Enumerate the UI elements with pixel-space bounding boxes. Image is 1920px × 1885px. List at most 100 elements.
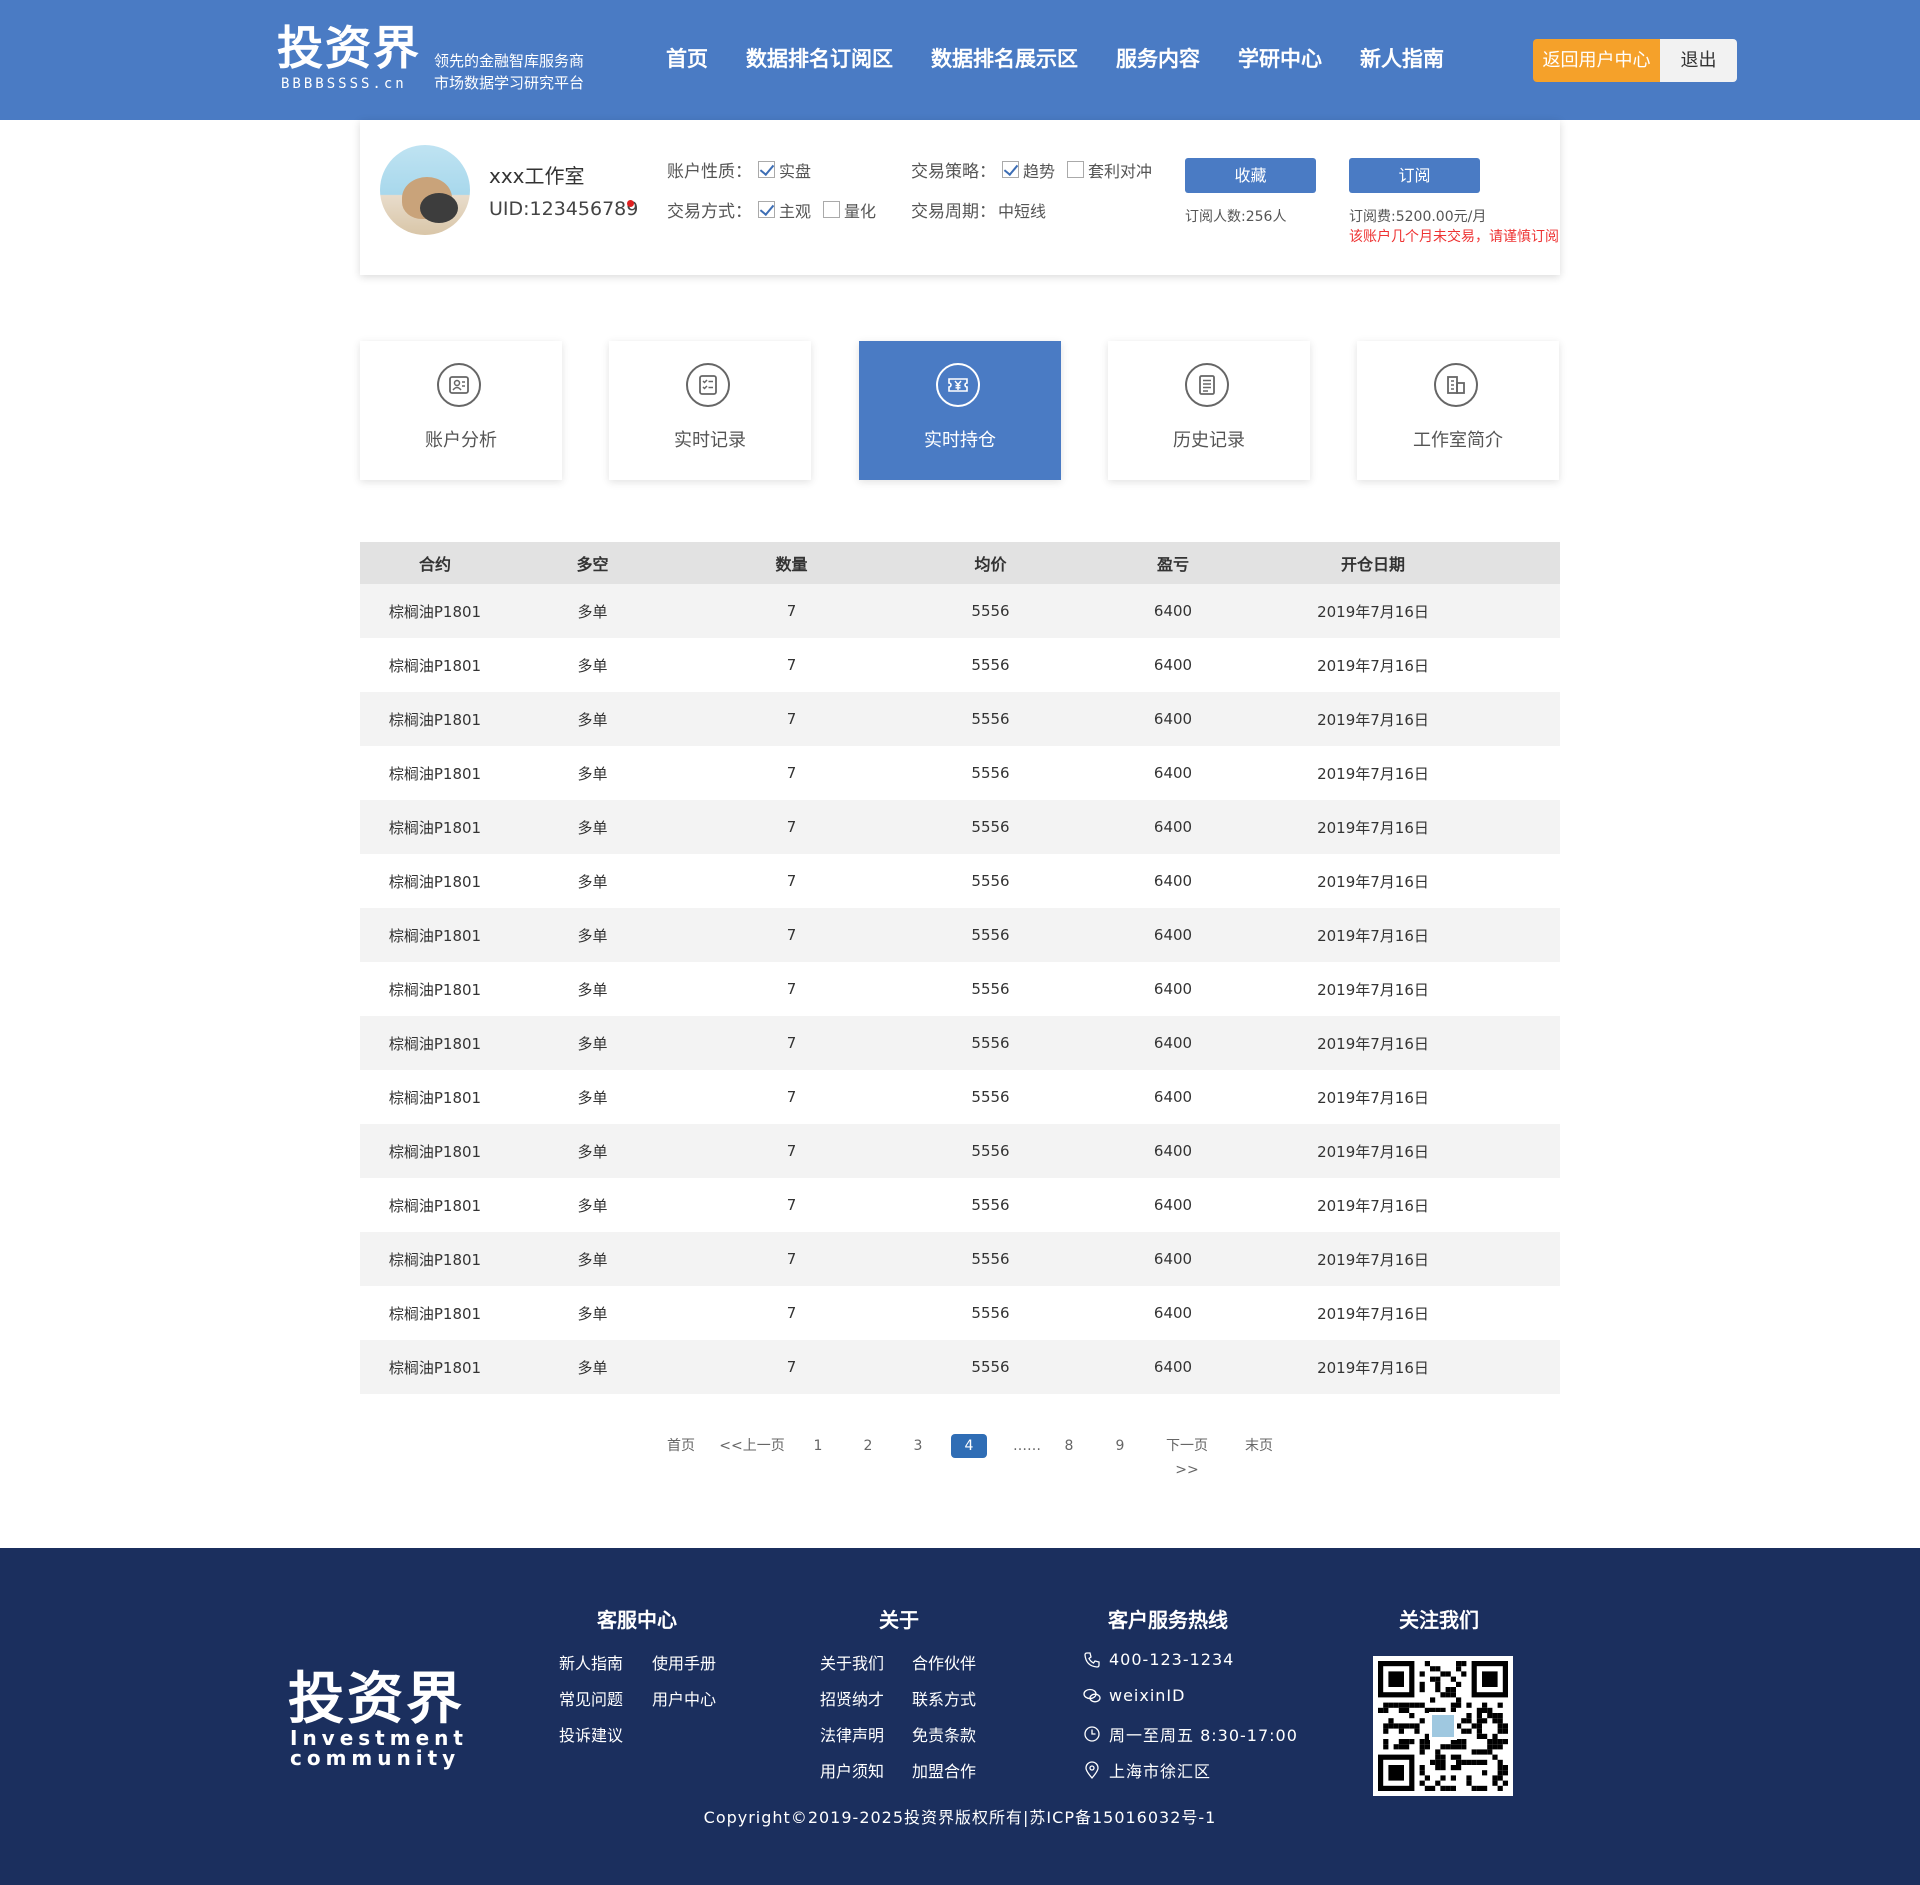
- table-row: 棕榈油P1801 多单 7 5556 6400 2019年7月16日: [360, 854, 1560, 908]
- cell-open-date: 2019年7月16日: [1317, 1196, 1429, 1215]
- col-header-direction: 多空: [576, 555, 609, 574]
- account-type-label: 账户性质：: [667, 162, 752, 182]
- cell-quantity: 7: [786, 1304, 797, 1322]
- studio-name: xxx工作室: [489, 164, 585, 188]
- site-logo[interactable]: 投资界: [277, 22, 421, 74]
- favorite-button[interactable]: 收藏: [1185, 158, 1316, 193]
- status-dot: [627, 200, 634, 207]
- pagination-first[interactable]: 首页: [665, 1434, 697, 1458]
- footer-wechat-text: weixinID: [1109, 1686, 1186, 1705]
- id-card-icon: [437, 363, 481, 407]
- pagination-last[interactable]: 末页: [1243, 1434, 1275, 1458]
- col-header-pnl: 盈亏: [1156, 555, 1189, 574]
- cell-avg-price: 5556: [971, 1034, 1010, 1052]
- cell-quantity: 7: [786, 602, 797, 620]
- footer-link-user-center[interactable]: 用户中心: [652, 1686, 716, 1710]
- account-type-checkbox-live[interactable]: [758, 161, 775, 178]
- cell-contract: 棕榈油P1801: [388, 764, 482, 783]
- cell-pnl: 6400: [1153, 1088, 1193, 1106]
- pagination-page-current[interactable]: 4: [951, 1434, 987, 1458]
- strategy-option-arbitrage: 套利对冲: [1088, 161, 1153, 181]
- cell-open-date: 2019年7月16日: [1317, 818, 1429, 837]
- footer-link-complaint[interactable]: 投诉建议: [559, 1722, 623, 1746]
- footer-link-disclaimer[interactable]: 免责条款: [912, 1722, 976, 1746]
- logout-button[interactable]: 退出: [1660, 39, 1737, 82]
- col-header-open-date: 开仓日期: [1340, 555, 1405, 574]
- footer-logo: 投资界: [288, 1667, 465, 1732]
- trade-mode-checkbox-quant[interactable]: [823, 201, 841, 218]
- tab-realtime-records[interactable]: 实时记录: [609, 341, 811, 480]
- cell-direction: 多单: [577, 602, 608, 621]
- strategy-checkbox-arbitrage[interactable]: [1067, 161, 1085, 178]
- cell-pnl: 6400: [1153, 872, 1193, 890]
- footer-link-about-us[interactable]: 关于我们: [820, 1650, 884, 1674]
- cell-direction: 多单: [577, 926, 608, 945]
- strategy-checkbox-trend[interactable]: [1002, 161, 1019, 178]
- cell-pnl: 6400: [1153, 764, 1193, 782]
- footer-wechat: weixinID: [1083, 1686, 1185, 1705]
- nav-home[interactable]: 首页: [666, 44, 708, 74]
- trade-mode-field: 交易方式： 主观 量化: [667, 197, 882, 222]
- tab-history-records[interactable]: 历史记录: [1108, 341, 1310, 480]
- cell-direction: 多单: [577, 818, 608, 837]
- footer-link-manual[interactable]: 使用手册: [652, 1650, 716, 1674]
- account-type-option-live: 实盘: [779, 161, 812, 181]
- strategy-label: 交易策略：: [911, 162, 996, 182]
- footer-link-faq[interactable]: 常见问题: [559, 1686, 623, 1710]
- document-icon: [1185, 363, 1229, 407]
- col-header-avg-price: 均价: [974, 555, 1007, 574]
- tab-realtime-positions[interactable]: 实时持仓: [859, 341, 1061, 480]
- footer-copyright: Copyright©2019-2025投资界版权所有|苏ICP备15016032…: [703, 1808, 1217, 1827]
- cell-open-date: 2019年7月16日: [1317, 1304, 1429, 1323]
- positions-table: 合约 多空 数量 均价 盈亏 开仓日期 棕榈油P1801 多单 7 5556 6400 2…: [360, 542, 1560, 1394]
- table-row: 棕榈油P1801 多单 7 5556 6400 2019年7月16日: [360, 746, 1560, 800]
- footer-link-careers[interactable]: 招贤纳才: [820, 1686, 884, 1710]
- footer-link-user-notice[interactable]: 用户须知: [820, 1758, 884, 1782]
- footer-link-partners[interactable]: 合作伙伴: [912, 1650, 976, 1674]
- cell-open-date: 2019年7月16日: [1317, 1250, 1429, 1269]
- pagination-next[interactable]: 下一页>>: [1155, 1434, 1219, 1482]
- cell-direction: 多单: [577, 1088, 608, 1107]
- footer-logo-en-line1: Investment: [290, 1726, 468, 1750]
- footer-link-contact[interactable]: 联系方式: [912, 1686, 976, 1710]
- table-row: 棕榈油P1801 多单 7 5556 6400 2019年7月16日: [360, 1232, 1560, 1286]
- tab-account-analysis[interactable]: 账户分析: [360, 341, 562, 480]
- pagination-page-9[interactable]: 9: [1110, 1434, 1130, 1458]
- trade-mode-checkbox-subjective[interactable]: [758, 201, 775, 218]
- tab-studio-intro[interactable]: 工作室简介: [1357, 341, 1559, 480]
- footer-link-guide[interactable]: 新人指南: [559, 1650, 623, 1674]
- cell-open-date: 2019年7月16日: [1317, 980, 1429, 999]
- table-header: 合约 多空 数量 均价 盈亏 开仓日期: [360, 542, 1560, 584]
- subscribe-button[interactable]: 订阅: [1349, 158, 1480, 193]
- nav-services[interactable]: 服务内容: [1116, 44, 1200, 74]
- subscriber-count: 订阅人数:256人: [1185, 209, 1287, 225]
- cell-avg-price: 5556: [971, 818, 1010, 836]
- footer-follow-title: 关注我们: [1399, 1608, 1479, 1632]
- cell-direction: 多单: [577, 710, 608, 729]
- cell-avg-price: 5556: [971, 710, 1010, 728]
- pagination-page-1[interactable]: 1: [808, 1434, 828, 1458]
- nav-ranking-subscribe[interactable]: 数据排名订阅区: [746, 44, 893, 74]
- nav-research-center[interactable]: 学研中心: [1238, 44, 1322, 74]
- cell-pnl: 6400: [1153, 1142, 1193, 1160]
- return-user-center-button[interactable]: 返回用户中心: [1533, 39, 1660, 82]
- cell-avg-price: 5556: [971, 872, 1010, 890]
- cell-avg-price: 5556: [971, 980, 1010, 998]
- footer-hours-text: 周一至周五 8:30-17:00: [1109, 1726, 1298, 1745]
- cell-quantity: 7: [786, 872, 797, 890]
- cell-pnl: 6400: [1153, 710, 1193, 728]
- cell-quantity: 7: [786, 1250, 797, 1268]
- footer-link-legal[interactable]: 法律声明: [820, 1722, 884, 1746]
- footer-link-franchise[interactable]: 加盟合作: [912, 1758, 976, 1782]
- pagination-prev[interactable]: <<上一页: [718, 1434, 786, 1458]
- nav-beginner-guide[interactable]: 新人指南: [1360, 44, 1444, 74]
- yuan-ticket-icon: [936, 363, 980, 407]
- nav-ranking-display[interactable]: 数据排名展示区: [931, 44, 1078, 74]
- cell-open-date: 2019年7月16日: [1317, 1088, 1429, 1107]
- pagination-page-8[interactable]: 8: [1059, 1434, 1079, 1458]
- pagination-page-2[interactable]: 2: [858, 1434, 878, 1458]
- cell-avg-price: 5556: [971, 656, 1010, 674]
- site-slogan: 领先的金融智库服务商 市场数据学习研究平台: [434, 50, 584, 94]
- cell-pnl: 6400: [1153, 602, 1193, 620]
- pagination-page-3[interactable]: 3: [908, 1434, 928, 1458]
